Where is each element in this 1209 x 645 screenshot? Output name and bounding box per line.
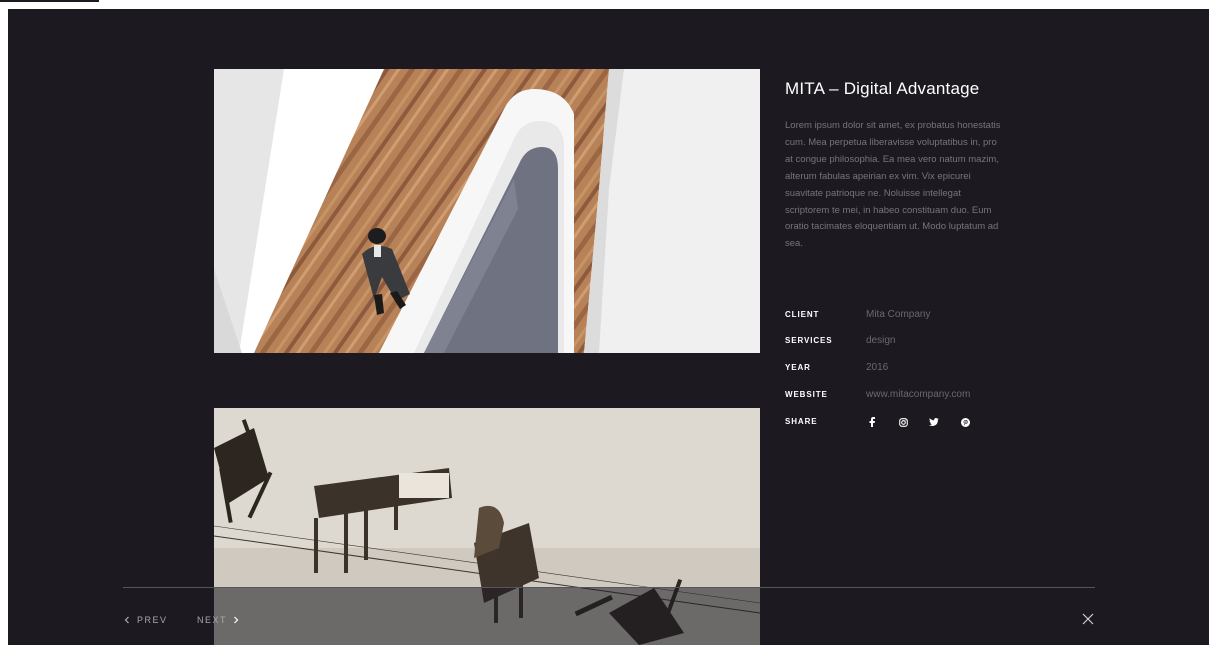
share-icons xyxy=(866,415,990,429)
pinterest-icon[interactable] xyxy=(959,416,971,428)
staircase-illustration xyxy=(214,69,760,353)
project-image-staircase xyxy=(214,69,760,353)
prev-label: PREV xyxy=(137,615,168,625)
prev-button[interactable]: PREV xyxy=(123,612,168,628)
meta-client-value: Mita Company xyxy=(866,309,931,320)
chevron-left-icon xyxy=(124,616,129,624)
project-title: MITA – Digital Advantage xyxy=(785,79,980,98)
meta-share-label: SHARE xyxy=(785,417,818,426)
close-icon xyxy=(1082,613,1094,625)
portfolio-lightbox: MITA – Digital Advantage Lorem ipsum dol… xyxy=(8,9,1209,645)
top-underline xyxy=(0,0,99,2)
meta-year-value: 2016 xyxy=(866,362,889,373)
meta-services-label: SERVICES xyxy=(785,336,833,345)
project-description: Lorem ipsum dolor sit amet, ex probatus … xyxy=(785,120,1001,250)
close-button[interactable] xyxy=(1081,612,1095,626)
instagram-icon[interactable] xyxy=(897,416,909,428)
next-label: NEXT xyxy=(197,615,228,625)
meta-website-link[interactable]: www.mitacompany.com xyxy=(866,388,970,402)
bottom-divider xyxy=(123,587,1095,588)
facebook-icon[interactable] xyxy=(866,416,878,428)
bottom-image-overlay xyxy=(214,588,760,645)
meta-client-label: CLIENT xyxy=(785,310,820,319)
meta-year-label: YEAR xyxy=(785,363,811,372)
next-button[interactable]: NEXT xyxy=(197,612,240,628)
twitter-icon[interactable] xyxy=(928,416,940,428)
chevron-right-icon xyxy=(234,616,239,624)
meta-website-label: WEBSITE xyxy=(785,390,828,399)
meta-services-value: design xyxy=(866,335,896,346)
